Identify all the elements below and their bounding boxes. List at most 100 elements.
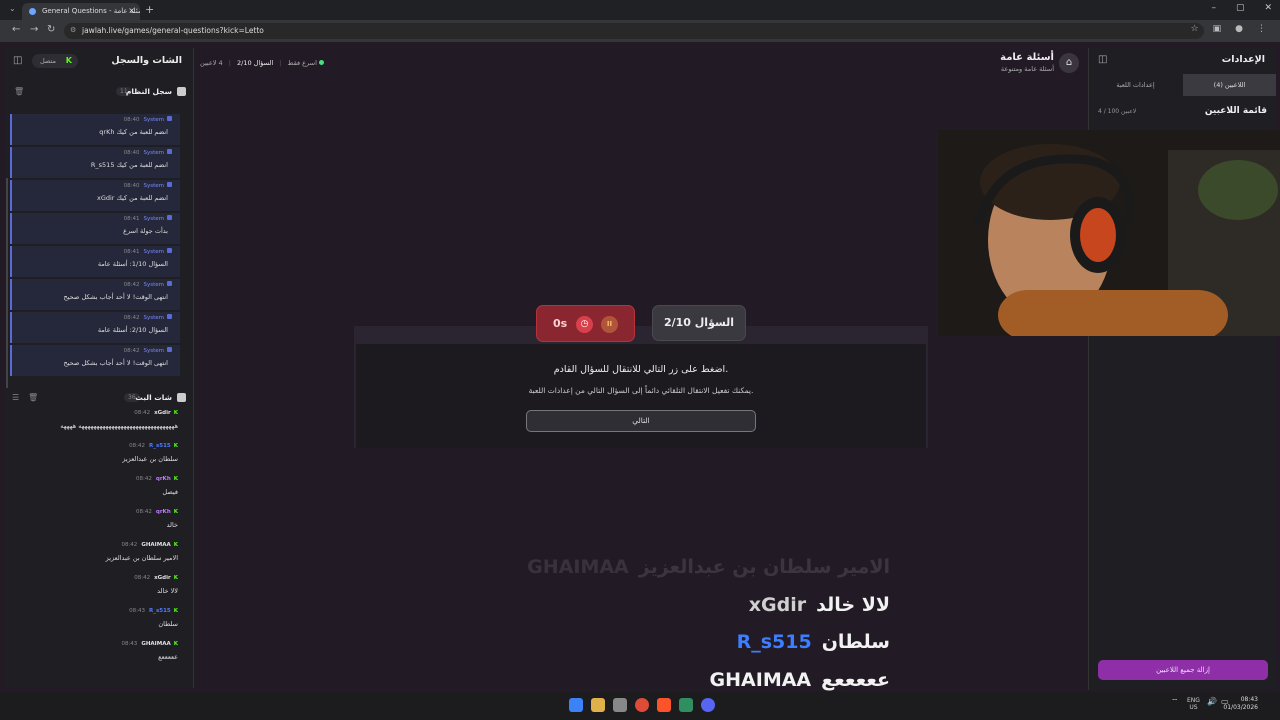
- scrollbar[interactable]: [6, 178, 8, 388]
- overlay-chat-line: xGdir لالا خالد: [749, 594, 890, 616]
- log-sender: System: [143, 282, 164, 288]
- mode-label: اسرع فقط: [287, 59, 317, 67]
- chat-text: سلطان: [158, 620, 178, 628]
- extensions-icon[interactable]: ▣: [1213, 24, 1222, 34]
- taskbar: ENG US ⌔ 🔊 ▭ 08:43 01/03/2026: [0, 692, 1280, 720]
- log-time: 08:41: [123, 249, 140, 255]
- game-subtitle: أسئلة عامة ومتنوعة: [1000, 65, 1054, 73]
- tab-players[interactable]: اللاعبين (4): [1183, 74, 1276, 96]
- collapse-panel-icon[interactable]: ◫: [13, 55, 22, 66]
- chat-username[interactable]: GHAIMAA: [141, 641, 170, 647]
- chat-message: 08:42 xGdir K لالا خالد: [10, 573, 180, 606]
- chat-username[interactable]: xGdir: [154, 410, 171, 416]
- log-text: qrKh انضم للعبة من كيك: [99, 128, 168, 136]
- language-indicator[interactable]: ENG US: [1187, 697, 1200, 711]
- system-icon: [167, 149, 172, 154]
- log-text: xGdir انضم للعبة من كيك: [96, 194, 168, 202]
- wifi-icon[interactable]: ⌔: [1171, 697, 1179, 707]
- dialog-title: اضغط على زر التالي للانتقال للسؤال القاد…: [553, 364, 729, 375]
- tab-title: General Questions - أسئلة عامة: [42, 7, 140, 15]
- start-icon[interactable]: [569, 698, 583, 712]
- chat-username[interactable]: xGdir: [154, 575, 171, 581]
- chat-username[interactable]: qrKh: [156, 476, 171, 482]
- log-text: R_s515 انضم للعبة من كيك: [90, 161, 168, 169]
- close-window-icon[interactable]: ✕: [1264, 3, 1272, 13]
- region-label: US: [1189, 704, 1198, 711]
- chat-meta: 08:43 GHAIMAA K: [121, 641, 178, 647]
- log-item: 08:42 System انتهى الوقت! لا أحد أجاب بشكل…: [10, 345, 180, 376]
- brave-icon[interactable]: [657, 698, 671, 712]
- maximize-icon[interactable]: ▢: [1236, 3, 1245, 13]
- log-meta: 08:40 System: [124, 116, 172, 123]
- volume-icon[interactable]: 🔊: [1207, 697, 1217, 706]
- reload-icon[interactable]: ↻: [47, 24, 55, 35]
- chat-time: 08:42: [136, 476, 152, 482]
- bookmark-star-icon[interactable]: ☆: [1191, 24, 1199, 34]
- chat-username[interactable]: qrKh: [156, 509, 171, 515]
- log-icon: [177, 87, 186, 96]
- home-button[interactable]: ⌂: [1059, 53, 1079, 73]
- chat-meta: 08:42 qrKh K: [136, 476, 178, 482]
- question-badge: السؤال 2/10: [652, 305, 746, 341]
- log-time: 08:42: [123, 348, 140, 354]
- panel-header: ◫ متصل K الشات والسجل: [6, 48, 194, 74]
- chat-meta: 08:42 R_s515 K: [129, 443, 178, 449]
- chat-message: 08:42 GHAIMAA K الامير سلطان بن عبدالعزيز: [10, 540, 180, 573]
- chat-meta: 08:42 GHAIMAA K: [121, 542, 178, 548]
- discord-icon[interactable]: [701, 698, 715, 712]
- close-tab-icon[interactable]: ×: [128, 6, 135, 15]
- tab-game-settings[interactable]: إعدادات اللعبة: [1089, 74, 1182, 96]
- next-question-dialog: اضغط على زر التالي للانتقال للسؤال القاد…: [356, 344, 926, 448]
- remove-all-players-button[interactable]: إزالة جميع اللاعبين: [1098, 660, 1268, 680]
- menu-icon[interactable]: ⋮: [1257, 24, 1266, 34]
- file-explorer-icon[interactable]: [591, 698, 605, 712]
- back-icon[interactable]: ←: [12, 24, 20, 35]
- clock-icon: ◷: [576, 316, 593, 333]
- log-text: السؤال 1/10: أسئلة عامة: [97, 260, 168, 268]
- kick-icon: K: [173, 443, 178, 449]
- forward-icon[interactable]: →: [30, 24, 38, 35]
- next-button[interactable]: التالي: [526, 410, 756, 432]
- question-counter: السؤال 2/10: [237, 59, 274, 67]
- chat-username[interactable]: R_s515: [149, 443, 171, 449]
- log-sender: System: [143, 249, 164, 255]
- site-info-icon[interactable]: ⚙: [70, 26, 76, 34]
- collapse-settings-icon[interactable]: ◫: [1098, 54, 1107, 65]
- kick-icon: K: [65, 56, 72, 65]
- clear-log-icon[interactable]: 🗑: [14, 87, 24, 96]
- browser-tab-strip: ⌄ General Questions - أسئلة عامة × + – ▢…: [0, 0, 1280, 20]
- filter-icon[interactable]: ☰: [12, 393, 19, 402]
- chat-username[interactable]: R_s515: [149, 608, 171, 614]
- players-count: 4 / 100 لاعبين: [1098, 108, 1137, 115]
- clear-chat-icon[interactable]: 🗑: [28, 393, 38, 402]
- log-text: انتهى الوقت! لا أحد أجاب بشكل صحيح: [63, 359, 169, 367]
- chat-username[interactable]: GHAIMAA: [141, 542, 170, 548]
- timer-seconds: 0s: [553, 317, 568, 330]
- game-stats: اسرع فقط | السؤال 2/10 | 4 لاعبين: [200, 59, 324, 67]
- log-item: 08:40 System qrKh انضم للعبة من كيك: [10, 114, 180, 145]
- chat-time: 08:42: [129, 443, 145, 449]
- chrome-icon[interactable]: [635, 698, 649, 712]
- chat-message: 08:42 qrKh K خالد: [10, 507, 180, 540]
- minimize-icon[interactable]: –: [1211, 3, 1216, 13]
- system-log-title: سجل النظام: [125, 87, 172, 96]
- pause-icon[interactable]: II: [601, 316, 618, 333]
- log-sender: System: [143, 216, 164, 222]
- new-tab-icon[interactable]: +: [145, 3, 154, 16]
- overlay-message: سلطان: [821, 631, 890, 653]
- dialog-subtitle: يمكنك تفعيل الانتقال التلقائي دائماً إلى…: [528, 386, 754, 395]
- chat-text: سلطان بن عبدالعزيز: [122, 455, 178, 463]
- live-chat-title: شات البث: [135, 393, 172, 402]
- browser-tab[interactable]: General Questions - أسئلة عامة ×: [22, 3, 140, 20]
- system-icon: [167, 281, 172, 286]
- tab-search-icon[interactable]: ⌄: [9, 4, 16, 13]
- live-chat-header: ☰ 🗑 36 شات البث: [6, 390, 194, 408]
- clock[interactable]: 08:43 01/03/2026: [1223, 696, 1258, 712]
- store-icon[interactable]: [613, 698, 627, 712]
- log-sender: System: [143, 315, 164, 321]
- profile-icon[interactable]: ●: [1235, 24, 1243, 34]
- address-bar[interactable]: ⚙ jawlah.live/games/general-questions?ki…: [64, 23, 1204, 39]
- log-time: 08:42: [123, 282, 140, 288]
- app-icon[interactable]: [679, 698, 693, 712]
- chat-message: 08:43 GHAIMAA K عععععع: [10, 639, 180, 672]
